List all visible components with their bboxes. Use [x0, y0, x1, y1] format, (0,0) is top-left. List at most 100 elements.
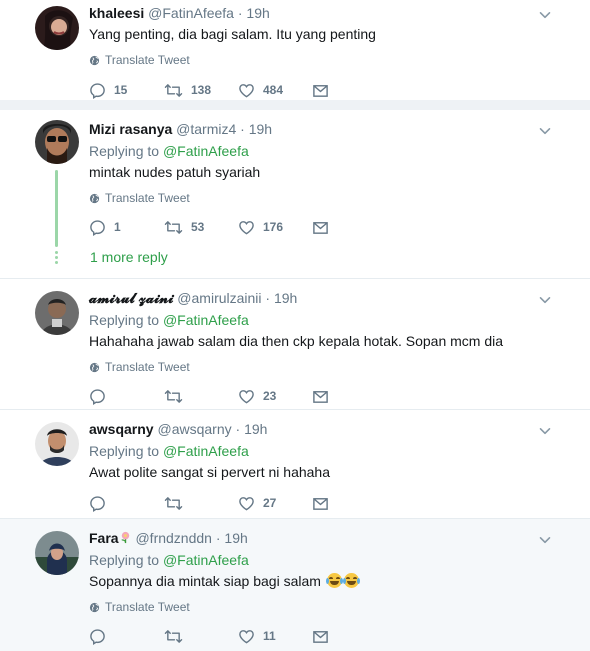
username[interactable]: @tarmiz4: [176, 121, 236, 137]
replying-to-link[interactable]: @FatinAfeefa: [163, 552, 249, 568]
tweet-2[interactable]: Mizi rasanya @tarmiz4 · 19h Replying to …: [0, 110, 590, 278]
message-icon: [312, 628, 329, 645]
replying-to: Replying to @FatinAfeefa: [89, 551, 570, 569]
retweet-button[interactable]: [164, 628, 238, 645]
reply-count: 1: [114, 220, 121, 234]
replying-to: Replying to @FatinAfeefa: [89, 311, 570, 329]
username[interactable]: @amirulzainii: [177, 290, 261, 306]
retweet-button[interactable]: 53: [164, 219, 238, 236]
translate-label: Translate Tweet: [105, 53, 190, 67]
globe-icon: [89, 602, 100, 613]
tweet-3[interactable]: 𝓪𝓶𝓲𝓻𝓾𝓵 𝔃𝓪𝓲𝓷𝓲 @amirulzainii · 19h Replyin…: [0, 279, 590, 409]
like-button[interactable]: 23: [238, 388, 312, 405]
retweet-button[interactable]: [164, 388, 238, 405]
tweet-header: khaleesi @FatinAfeefa · 19h: [89, 4, 570, 22]
translate-label: Translate Tweet: [105, 600, 190, 614]
show-more-replies-link[interactable]: 1 more reply: [90, 249, 168, 265]
replying-to-label: Replying to: [89, 143, 160, 159]
globe-icon: [89, 193, 100, 204]
separator-dot: ·: [235, 421, 241, 437]
timestamp[interactable]: 19h: [224, 530, 247, 546]
crying-laughing-emoji: [325, 573, 343, 588]
replying-to: Replying to @FatinAfeefa: [89, 142, 570, 160]
replying-to-link[interactable]: @FatinAfeefa: [163, 143, 249, 159]
translate-tweet-link[interactable]: Translate Tweet: [89, 359, 570, 375]
reply-button[interactable]: [89, 495, 164, 512]
timestamp[interactable]: 19h: [249, 121, 272, 137]
display-name[interactable]: 𝓪𝓶𝓲𝓻𝓾𝓵 𝔃𝓪𝓲𝓷𝓲: [89, 290, 173, 306]
display-name[interactable]: Fara: [89, 530, 119, 546]
direct-message-button[interactable]: [312, 495, 329, 512]
reply-icon: [89, 388, 106, 405]
reply-button[interactable]: [89, 388, 164, 405]
reply-button[interactable]: 15: [89, 82, 164, 99]
tweet-header: awsqarny @awsqarny · 19h: [89, 420, 570, 438]
like-count: 11: [263, 629, 276, 643]
avatar-photo: [35, 120, 79, 164]
avatar[interactable]: [35, 531, 79, 575]
retweet-button[interactable]: 138: [164, 82, 238, 99]
username[interactable]: @FatinAfeefa: [148, 5, 234, 21]
like-icon: [238, 495, 255, 512]
tweet-actions: 27: [89, 494, 570, 512]
like-count: 484: [263, 83, 284, 97]
like-icon: [238, 219, 255, 236]
direct-message-button[interactable]: [312, 82, 329, 99]
reply-button[interactable]: 1: [89, 219, 164, 236]
like-icon: [238, 388, 255, 405]
retweet-icon: [164, 495, 183, 512]
chevron-down-icon[interactable]: [538, 124, 552, 138]
avatar-photo: [35, 291, 79, 335]
avatar-photo: [35, 422, 79, 466]
chevron-down-icon[interactable]: [538, 533, 552, 547]
retweet-button[interactable]: [164, 495, 238, 512]
display-name[interactable]: khaleesi: [89, 5, 144, 21]
display-name[interactable]: Mizi rasanya: [89, 121, 172, 137]
tweet-5[interactable]: Fara @frndznddn · 19h Replying to @Fatin…: [0, 519, 590, 651]
display-name[interactable]: awsqarny: [89, 421, 154, 437]
like-count: 176: [263, 220, 284, 234]
direct-message-button[interactable]: [312, 388, 329, 405]
avatar[interactable]: [35, 6, 79, 50]
reply-button[interactable]: [89, 628, 164, 645]
translate-tweet-link[interactable]: Translate Tweet: [89, 190, 570, 206]
separator-dot: ·: [240, 121, 245, 137]
direct-message-button[interactable]: [312, 219, 329, 236]
username[interactable]: @frndznddn: [135, 530, 211, 546]
thread-dots: [55, 251, 58, 266]
like-button[interactable]: 176: [238, 219, 312, 236]
thread-line: [55, 170, 58, 247]
replying-to-link[interactable]: @FatinAfeefa: [163, 443, 249, 459]
avatar[interactable]: [35, 291, 79, 335]
reply-icon: [89, 628, 106, 645]
replying-to-link[interactable]: @FatinAfeefa: [163, 312, 249, 328]
separator-dot: ·: [237, 5, 243, 21]
chevron-down-icon[interactable]: [538, 8, 552, 22]
translate-tweet-link[interactable]: Translate Tweet: [89, 52, 570, 68]
translate-label: Translate Tweet: [105, 360, 190, 374]
timestamp[interactable]: 19h: [244, 421, 267, 437]
timestamp[interactable]: 19h: [274, 290, 297, 306]
chevron-down-icon[interactable]: [538, 424, 552, 438]
reply-icon: [89, 219, 106, 236]
message-icon: [312, 219, 329, 236]
like-button[interactable]: 11: [238, 628, 312, 645]
reply-icon: [89, 82, 106, 99]
direct-message-button[interactable]: [312, 628, 329, 645]
like-count: 27: [263, 496, 277, 510]
tweet-4[interactable]: awsqarny @awsqarny · 19h Replying to @Fa…: [0, 410, 590, 518]
tweet-actions: 1 53 176: [89, 218, 570, 236]
avatar[interactable]: [35, 120, 79, 164]
translate-tweet-link[interactable]: Translate Tweet: [89, 599, 570, 615]
like-button[interactable]: 27: [238, 495, 312, 512]
like-button[interactable]: 484: [238, 82, 312, 99]
tweet-actions: 23: [89, 387, 570, 405]
username[interactable]: @awsqarny: [157, 421, 231, 437]
tweet-1[interactable]: khaleesi @FatinAfeefa · 19h Yang penting…: [0, 0, 590, 100]
tweet-text: Hahahaha jawab salam dia then ckp kepala…: [89, 333, 504, 349]
separator-dot: ·: [265, 290, 271, 306]
avatar[interactable]: [35, 422, 79, 466]
chevron-down-icon[interactable]: [538, 293, 552, 307]
tweet-text: Yang penting, dia bagi salam. Itu yang p…: [89, 26, 376, 42]
timestamp[interactable]: 19h: [246, 5, 269, 21]
